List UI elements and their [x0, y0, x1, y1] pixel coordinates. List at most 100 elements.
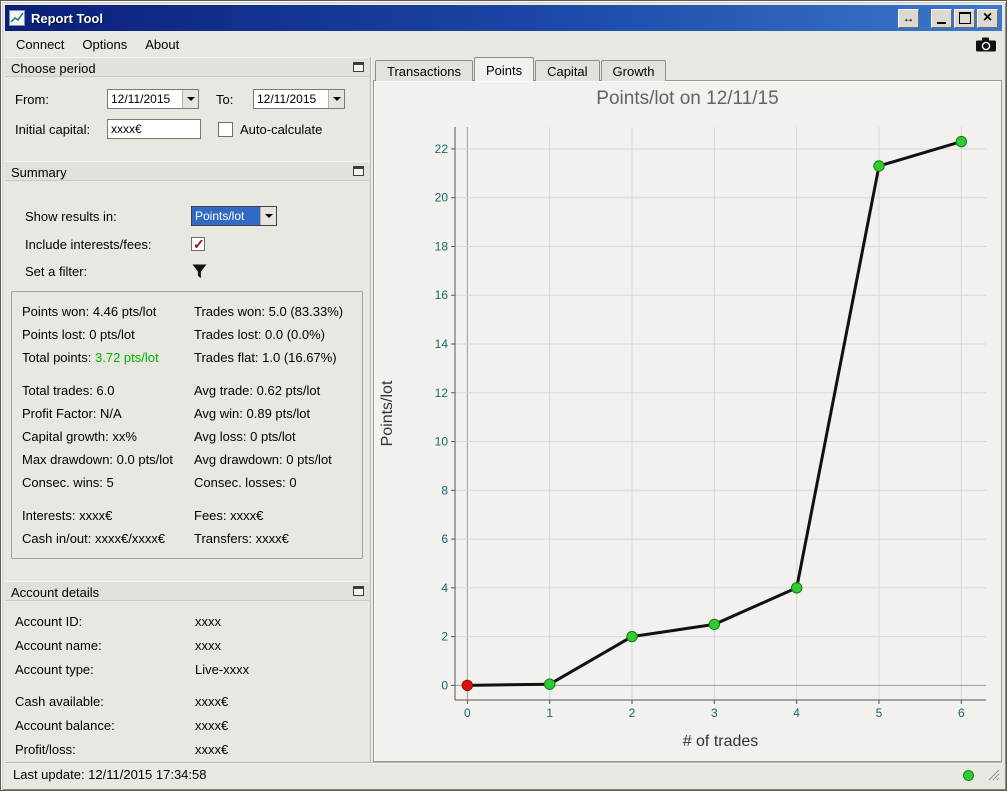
account-details-title: Account details	[11, 585, 100, 600]
total-points-label: Total points:	[22, 350, 92, 365]
include-fees-checkbox[interactable]	[191, 236, 205, 253]
tab-capital[interactable]: Capital	[535, 60, 600, 81]
float-panel-icon[interactable]	[353, 166, 364, 176]
stat-text: Consec. losses: 0	[194, 475, 297, 490]
account-details-section: Account details Account ID: xxxx Account…	[5, 581, 369, 762]
summary-header: Summary	[5, 161, 369, 181]
resize-grip[interactable]	[986, 767, 1000, 784]
filter-row: Set a filter:	[5, 259, 369, 283]
account-field-value: xxxx	[195, 613, 221, 629]
svg-text:16: 16	[435, 288, 449, 302]
stat-text: Trades won: 5.0 (83.33%)	[194, 304, 344, 319]
svg-text:8: 8	[441, 483, 448, 497]
stat-text: Total points: 3.72 pts/lot	[22, 346, 194, 369]
tab-transactions[interactable]: Transactions	[375, 60, 473, 81]
tab-growth[interactable]: Growth	[600, 60, 667, 81]
account-field-value: xxxx€	[195, 717, 229, 733]
account-row: Account name: xxxx	[5, 633, 369, 657]
svg-text:4: 4	[793, 706, 800, 720]
left-panel: Choose period From: 12/11/2015 To: 12/11…	[5, 57, 371, 762]
stats-row: Consec. wins: 5 Consec. losses: 0	[22, 471, 358, 494]
svg-text:4: 4	[441, 581, 448, 595]
stats-row-total-points: Total points: 3.72 pts/lot Trades flat: …	[22, 346, 358, 369]
account-field-label: Account balance:	[15, 717, 115, 733]
points-tab-page: Points/lot on 12/11/15 0 2 4 6 8 10 12 14 16 18 20…	[373, 80, 1002, 762]
account-field-label: Account ID:	[15, 613, 83, 629]
account-field-label: Profit/loss:	[15, 741, 76, 757]
svg-text:18: 18	[435, 239, 449, 253]
menu-options[interactable]: Options	[73, 33, 136, 56]
include-fees-row: Include interests/fees:	[5, 235, 369, 253]
stat-text: Fees: xxxx€	[194, 508, 264, 523]
chevron-down-icon	[182, 90, 198, 108]
camera-icon[interactable]	[976, 37, 996, 52]
svg-text:6: 6	[441, 532, 448, 546]
statusbar: Last update: 12/11/2015 17:34:58	[5, 762, 1002, 786]
from-label: From:	[15, 91, 49, 107]
account-field-value: Live-xxxx	[195, 661, 250, 677]
svg-text:0: 0	[441, 678, 448, 692]
account-field-value: xxxx€	[195, 741, 229, 757]
svg-text:2: 2	[629, 706, 636, 720]
detach-icon[interactable]	[898, 8, 919, 28]
float-panel-icon[interactable]	[353, 62, 364, 72]
svg-text:6: 6	[958, 706, 965, 720]
to-date-select[interactable]: 12/11/2015	[253, 89, 345, 109]
stat-text: Cash in/out: xxxx€/xxxx€	[22, 531, 166, 546]
maximize-button[interactable]	[954, 8, 975, 28]
svg-text:2: 2	[441, 630, 448, 644]
svg-text:22: 22	[435, 142, 449, 156]
stat-text: Trades flat: 1.0 (16.67%)	[194, 350, 337, 365]
to-label: To:	[216, 91, 234, 107]
show-results-label: Show results in:	[25, 208, 117, 224]
last-update-text: Last update: 12/11/2015 17:34:58	[13, 767, 207, 782]
menu-connect[interactable]: Connect	[7, 33, 73, 56]
stats-row: Max drawdown: 0.0 pts/lot Avg drawdown: …	[22, 448, 358, 471]
stats-row: Total trades: 6.0 Avg trade: 0.62 pts/lo…	[22, 379, 358, 402]
svg-text:10: 10	[435, 435, 449, 449]
initial-capital-label: Initial capital:	[15, 121, 91, 137]
stat-text: Max drawdown: 0.0 pts/lot	[22, 452, 174, 467]
chart-title: Points/lot on 12/11/15	[596, 88, 779, 109]
account-field-value: xxxx€	[195, 693, 229, 709]
period-row: From: 12/11/2015 To: 12/11/2015	[5, 89, 369, 109]
close-button[interactable]	[977, 8, 998, 28]
svg-text:12: 12	[435, 386, 449, 400]
stat-text: Consec. wins: 5	[22, 475, 114, 490]
main-panel: Transactions Points Capital Growth Point…	[373, 57, 1002, 762]
report-tool-window: Report Tool Connect Options About Choose…	[0, 0, 1007, 791]
account-field-label: Cash available:	[15, 693, 104, 709]
stat-text: Transfers: xxxx€	[194, 531, 289, 546]
summary-title: Summary	[11, 165, 67, 180]
menu-about[interactable]: About	[136, 33, 188, 56]
show-results-row: Show results in: Points/lot	[5, 205, 369, 227]
show-results-value: Points/lot	[192, 207, 260, 225]
stat-text: Points won: 4.46 pts/lot	[22, 304, 157, 319]
chevron-down-icon	[328, 90, 344, 108]
account-row: Profit/loss: xxxx€	[5, 737, 369, 761]
account-row: Cash available: xxxx€	[5, 689, 369, 713]
account-field-label: Account name:	[15, 637, 102, 653]
minimize-button[interactable]	[931, 8, 952, 28]
account-details-header: Account details	[5, 581, 369, 601]
auto-calculate-label: Auto-calculate	[240, 121, 323, 137]
svg-text:3: 3	[711, 706, 718, 720]
include-fees-label: Include interests/fees:	[25, 236, 152, 252]
choose-period-header: Choose period	[5, 57, 369, 77]
stat-text: Trades lost: 0.0 (0.0%)	[194, 327, 326, 342]
from-date-select[interactable]: 12/11/2015	[107, 89, 199, 109]
points-line-chart: 02468101214161820220 1 2 3 4 5 6# of tradesPoi…	[379, 127, 986, 750]
stat-text: Avg loss: 0 pts/lot	[194, 429, 296, 444]
initial-capital-input[interactable]	[107, 119, 201, 139]
stat-text: Total trades: 6.0	[22, 383, 115, 398]
tab-points[interactable]: Points	[473, 57, 535, 81]
from-date-value: 12/11/2015	[111, 92, 171, 106]
summary-stats-panel: Points won: 4.46 pts/lot Trades won: 5.0…	[11, 291, 363, 559]
stats-row: Capital growth: xx% Avg loss: 0 pts/lot	[22, 425, 358, 448]
filter-funnel-icon[interactable]	[191, 263, 208, 280]
float-panel-icon[interactable]	[353, 586, 364, 596]
show-results-select[interactable]: Points/lot	[191, 206, 277, 226]
svg-text:1: 1	[546, 706, 553, 720]
stats-row: Cash in/out: xxxx€/xxxx€ Transfers: xxxx…	[22, 527, 358, 550]
auto-calculate-checkbox[interactable]	[218, 121, 233, 137]
